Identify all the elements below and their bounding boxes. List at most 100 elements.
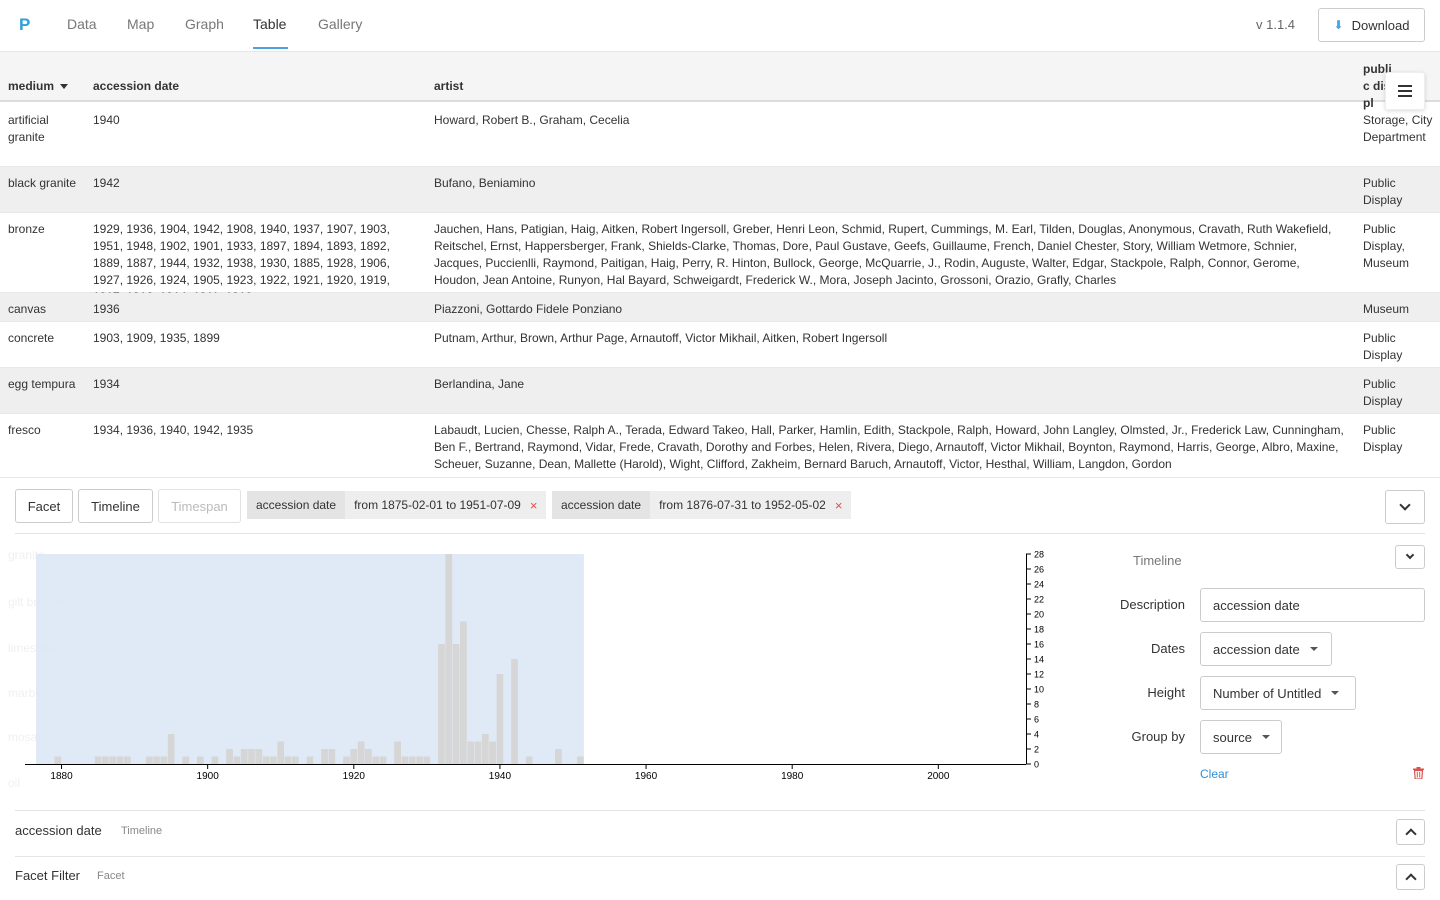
timeline-bar[interactable]	[489, 741, 496, 765]
remove-filter-icon[interactable]: ×	[835, 498, 843, 513]
trash-icon[interactable]	[1413, 767, 1424, 779]
height-select[interactable]: Number of Untitled	[1200, 676, 1356, 710]
timeline-bar[interactable]	[343, 756, 350, 765]
description-input[interactable]: accession date	[1200, 588, 1425, 622]
timeline-bar[interactable]	[145, 756, 153, 765]
table-row[interactable]: black granite 1942 Bufano, Beniamino Public…	[0, 167, 1440, 213]
timeline-bar[interactable]	[277, 741, 285, 765]
x-axis-tick-label: 1900	[197, 771, 220, 782]
timeline-bar[interactable]	[350, 749, 358, 764]
filter-chip[interactable]: accession date from 1875-02-01 to 1951-0…	[247, 491, 547, 519]
timeline-bar[interactable]	[481, 734, 489, 764]
timeline-bar[interactable]	[233, 756, 241, 765]
timeline-bar[interactable]	[460, 621, 467, 765]
timeline-bar[interactable]	[423, 756, 431, 765]
cell-accession-date: 1934, 1936, 1940, 1942, 1935	[93, 423, 254, 437]
table-row[interactable]: bronze 1929, 1936, 1904, 1942, 1908, 1940…	[0, 213, 1440, 304]
timeline-bar[interactable]	[555, 749, 562, 764]
timeline-bar[interactable]	[262, 756, 270, 765]
timeline-bar[interactable]	[416, 756, 423, 765]
timeline-bar[interactable]	[102, 756, 109, 765]
tab-graph[interactable]: Graph	[185, 16, 224, 47]
timeline-bar[interactable]	[511, 659, 518, 764]
cell-public-display: Public Display	[1363, 331, 1403, 362]
timeline-bar[interactable]	[438, 644, 445, 764]
table-header: medium accession date artist public disp…	[0, 52, 1440, 110]
timeline-bar[interactable]	[357, 741, 365, 765]
groupby-select[interactable]: source	[1200, 720, 1282, 754]
tab-data[interactable]: Data	[67, 16, 97, 47]
timeline-bar[interactable]	[182, 756, 190, 765]
divider	[15, 810, 1425, 811]
timeline-bar[interactable]	[408, 756, 416, 765]
timeline-bar[interactable]	[474, 741, 482, 765]
timeline-bar[interactable]	[284, 756, 292, 765]
dates-select[interactable]: accession date	[1200, 632, 1332, 666]
column-header-medium[interactable]: medium	[8, 78, 69, 95]
timeline-bar[interactable]	[54, 756, 62, 765]
timeline-bar[interactable]	[328, 749, 336, 764]
timeline-bar[interactable]	[445, 554, 453, 764]
timeline-bar[interactable]	[109, 756, 117, 765]
timeline-bar[interactable]	[255, 749, 263, 764]
timeline-bar[interactable]	[248, 749, 255, 764]
timeline-bar[interactable]	[467, 741, 475, 765]
timeline-bar[interactable]	[240, 749, 248, 764]
cell-public-display: Public Display	[1363, 176, 1403, 207]
timeline-bar[interactable]	[123, 756, 131, 765]
timeline-bar[interactable]	[401, 756, 409, 765]
timeline-bar[interactable]	[525, 756, 533, 765]
timeline-bar[interactable]	[94, 756, 102, 765]
timeline-bar[interactable]	[160, 756, 168, 765]
timeline-bar[interactable]	[270, 756, 277, 765]
filter-chip-value-text: from 1875-02-01 to 1951-07-09	[354, 498, 521, 512]
hamburger-icon	[1398, 85, 1412, 87]
timeline-bar[interactable]	[321, 749, 328, 764]
column-header-accession-date[interactable]: accession date	[93, 78, 179, 95]
timeline-bar[interactable]	[196, 756, 204, 765]
collapse-panel-button[interactable]	[1385, 490, 1425, 524]
app-logo[interactable]: P	[19, 15, 30, 35]
timeline-bar[interactable]	[116, 756, 124, 765]
timeline-chart[interactable]: 1880 1900 1920 1940 1960 1980 2000024681012141…	[0, 546, 1060, 796]
filter-chip[interactable]: accession date from 1876-07-31 to 1952-0…	[552, 491, 852, 519]
timeline-bar[interactable]	[394, 741, 401, 765]
timeline-bar[interactable]	[496, 674, 504, 764]
column-header-artist[interactable]: artist	[434, 78, 463, 95]
table-row[interactable]: canvas 1936 Piazzoni, Gottardo Fidele Ponz…	[0, 293, 1440, 322]
remove-filter-icon[interactable]: ×	[530, 498, 538, 513]
timeline-bar[interactable]	[379, 756, 387, 765]
table-row[interactable]: fresco 1934, 1936, 1940, 1942, 1935 Labaud…	[0, 414, 1440, 478]
timeline-bar[interactable]	[226, 749, 233, 764]
timeline-bar[interactable]	[452, 644, 460, 764]
timeline-bar[interactable]	[306, 756, 314, 765]
timeline-options-toggle[interactable]	[1395, 545, 1425, 569]
timeline-bar[interactable]	[372, 756, 380, 765]
expand-section-button[interactable]	[1396, 864, 1425, 890]
sort-desc-icon[interactable]	[60, 84, 69, 90]
clear-link[interactable]: Clear	[1200, 767, 1229, 781]
timeline-bar[interactable]	[291, 756, 299, 765]
timeline-bar[interactable]	[167, 734, 175, 764]
x-axis-tick-label: 1920	[343, 771, 366, 782]
timeline-bar[interactable]	[365, 749, 372, 764]
table-row[interactable]: egg tempura 1934 Berlandina, Jane Public Di…	[0, 368, 1440, 414]
download-button[interactable]: ⬇ Download	[1318, 8, 1425, 42]
facet-button[interactable]: Facet	[15, 489, 73, 523]
tab-map[interactable]: Map	[127, 16, 154, 47]
table-row[interactable]: concrete 1903, 1909, 1935, 1899 Putnam, Ar…	[0, 322, 1440, 368]
table-row[interactable]: artificial granite 1940 Howard, Robert B.,…	[0, 104, 1440, 167]
x-axis-tick-label: 1940	[489, 771, 512, 782]
timeline-button[interactable]: Timeline	[78, 489, 153, 523]
expand-section-button[interactable]	[1396, 819, 1425, 845]
timeline-bar[interactable]	[576, 756, 584, 765]
tab-gallery[interactable]: Gallery	[318, 16, 362, 47]
y-axis-tick-label: 26	[1034, 565, 1044, 575]
tab-table[interactable]: Table	[253, 16, 288, 49]
timeline-bar[interactable]	[153, 756, 160, 765]
hamburger-icon-line	[1398, 95, 1412, 97]
filter-chip-name: accession date	[247, 491, 346, 519]
timeline-bar[interactable]	[211, 756, 219, 765]
cell-medium: black granite	[8, 176, 77, 190]
cell-accession-date: 1942	[93, 176, 120, 190]
